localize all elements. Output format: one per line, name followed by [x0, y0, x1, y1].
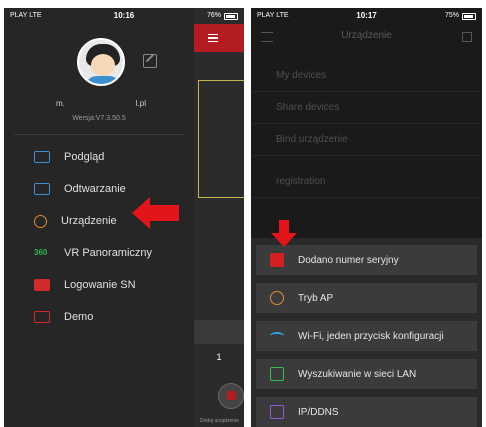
list-item-label: Bind urządzenie	[276, 134, 348, 145]
battery-icon	[462, 12, 476, 20]
battery: 75%	[445, 8, 476, 24]
menu-item-label: Podgląd	[64, 151, 105, 163]
battery-icon	[224, 12, 238, 20]
option-wifi-config[interactable]: Wi-Fi, jeden przycisk konfiguracji	[256, 321, 477, 351]
playback-icon	[34, 183, 50, 195]
vr-360-icon: 360	[34, 248, 48, 257]
ip-ddns-icon	[270, 405, 284, 419]
option-label: Tryb AP	[298, 292, 334, 304]
battery: 76%	[207, 8, 238, 24]
user-name: m. l.pl	[56, 99, 146, 108]
arrow-shaft	[149, 205, 179, 221]
battery-percent: 76%	[206, 12, 221, 19]
menu-item-label: Logowanie SN	[64, 279, 136, 291]
page-title: Urządzenie	[341, 30, 392, 41]
divider	[14, 134, 184, 135]
option-label: IP/DDNS	[298, 406, 339, 418]
menu-item-label: Odtwarzanie	[64, 183, 126, 195]
strip-header	[194, 24, 244, 52]
list-item: Bind urządzenie	[251, 126, 482, 156]
strip-toolbar	[194, 320, 244, 344]
arrow-head	[132, 197, 150, 229]
user-name-right: l.pl	[135, 99, 146, 108]
battery-percent: 75%	[444, 12, 459, 19]
list-item-label: registration	[276, 176, 326, 187]
app-version: Wersja:V7.3.50.5	[72, 115, 126, 122]
add-device-icon[interactable]	[218, 383, 244, 409]
device-gear-icon	[34, 214, 47, 228]
edit-icon[interactable]	[462, 32, 472, 42]
menu-item-podglad[interactable]: Podgląd	[4, 142, 194, 172]
menu-item-label: Urządzenie	[61, 215, 117, 227]
option-lan-search[interactable]: Wyszukiwanie w sieci LAN	[256, 359, 477, 389]
hamburger-menu-icon[interactable]	[208, 34, 218, 42]
option-serial-number[interactable]: Dodano numer seryjny	[256, 245, 477, 275]
serial-number-icon	[270, 253, 284, 267]
sn-login-icon	[34, 279, 50, 291]
user-name-left: m.	[56, 99, 65, 108]
avatar-face	[91, 54, 115, 76]
list-item: My devices	[251, 62, 482, 92]
left-phone-screen: m. l.pl Wersja:V7.3.50.5 Podgląd Odtwarz…	[4, 8, 244, 427]
edit-profile-icon[interactable]	[143, 54, 157, 68]
demo-icon	[34, 311, 50, 323]
menu-item-logowanie-sn[interactable]: Logowanie SN	[4, 270, 194, 300]
list-item: registration	[251, 168, 482, 198]
list-item: Share devices	[251, 94, 482, 124]
option-ip-ddns[interactable]: IP/DDNS	[256, 397, 477, 427]
avatar-body	[85, 76, 121, 84]
strip-caption: Dodaj urządzenie	[200, 418, 239, 424]
underlying-page-strip: 1 Dodaj urządzenie	[194, 8, 244, 427]
wifi-icon	[270, 332, 284, 340]
option-label: Dodano numer seryjny	[298, 254, 399, 266]
list-item-label: My devices	[276, 70, 327, 81]
status-bar: PLAY LTE 10:17 75%	[251, 8, 482, 24]
page-number: 1	[216, 352, 222, 362]
header: Urządzenie	[251, 24, 482, 52]
ap-mode-icon	[270, 291, 284, 305]
menu-item-odtwarzanie[interactable]: Odtwarzanie	[4, 174, 194, 204]
menu-item-demo[interactable]: Demo	[4, 302, 194, 332]
option-label: Wyszukiwanie w sieci LAN	[298, 368, 417, 380]
option-ap-mode[interactable]: Tryb AP	[256, 283, 477, 313]
menu-item-label: VR Panoramiczny	[64, 247, 153, 259]
list-item-label: Share devices	[276, 102, 340, 113]
arrow-head	[271, 233, 297, 247]
preview-icon	[34, 151, 50, 163]
arrow-shaft	[279, 220, 289, 234]
lan-search-icon	[270, 367, 284, 381]
right-phone-screen: Urządzenie My devices Share devices Bind…	[251, 8, 482, 427]
preview-frame	[198, 80, 244, 198]
menu-item-label: Demo	[64, 311, 94, 323]
side-drawer: m. l.pl Wersja:V7.3.50.5 Podgląd Odtwarz…	[4, 8, 194, 427]
avatar[interactable]	[77, 38, 125, 86]
status-bar: PLAY LTE 10:16 76%	[4, 8, 244, 24]
add-device-sheet: Dodano numer seryjny Tryb AP Wi-Fi, jede…	[251, 238, 482, 427]
menu-item-vr-panoramiczny[interactable]: 360 VR Panoramiczny	[4, 238, 194, 268]
screenshot-composite: m. l.pl Wersja:V7.3.50.5 Podgląd Odtwarz…	[0, 0, 486, 427]
option-label: Wi-Fi, jeden przycisk konfiguracji	[298, 330, 444, 342]
